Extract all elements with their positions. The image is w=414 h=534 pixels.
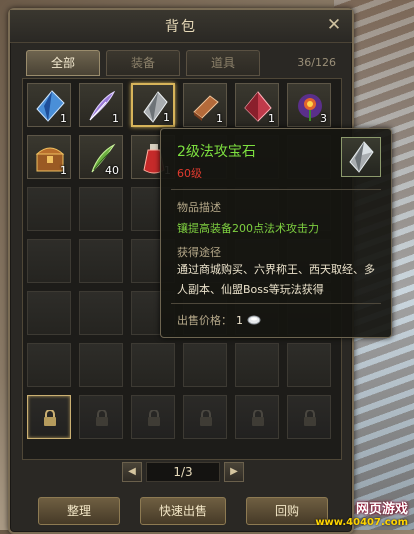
silver-coin-icon (247, 315, 261, 325)
empty-slot[interactable] (27, 291, 71, 335)
inventory-slot[interactable]: 40 (79, 135, 123, 179)
locked-slot[interactable] (27, 395, 71, 439)
item-level: 60级 (177, 167, 202, 180)
watermark-logo: 网页游戏 www.40407.com (306, 496, 414, 530)
close-icon[interactable]: ✕ (324, 15, 344, 35)
divider (171, 189, 381, 190)
empty-slot[interactable] (287, 343, 331, 387)
tab-equipment[interactable]: 装备 (106, 50, 180, 76)
locked-slot[interactable] (235, 395, 279, 439)
empty-slot[interactable] (27, 239, 71, 283)
desc-heading: 物品描述 (177, 201, 221, 214)
empty-slot[interactable] (235, 343, 279, 387)
title-bar[interactable]: 背包 ✕ (10, 10, 352, 43)
locked-slot[interactable] (183, 395, 227, 439)
price-value: 1 (236, 313, 243, 327)
locked-slot[interactable] (79, 395, 123, 439)
tab-bar: 全部 装备 道具 (26, 50, 260, 76)
item-count: 1 (60, 112, 67, 125)
price-label: 出售价格： (177, 314, 232, 327)
page-number: 1/3 (146, 462, 220, 482)
item-source: 通过商城购买、六界称王、西天取经、多人副本、仙盟Boss等玩法获得 (177, 263, 375, 296)
watermark-line1: 网页游戏 (355, 502, 408, 517)
quick-sell-button[interactable]: 快速出售 (140, 497, 226, 525)
item-count: 1 (216, 112, 223, 125)
window-title: 背包 (165, 19, 197, 35)
inventory-slot[interactable]: 3 (287, 83, 331, 127)
tab-props[interactable]: 道具 (186, 50, 260, 76)
tooltip-gem-icon (341, 137, 381, 177)
sell-price: 出售价格： 1 (177, 312, 261, 328)
inventory-slot[interactable]: 1 (27, 83, 71, 127)
lock-icon (199, 409, 213, 426)
lock-icon (95, 409, 109, 426)
item-count: 3 (320, 112, 327, 125)
item-count: 40 (105, 164, 119, 177)
lock-icon (251, 409, 265, 426)
locked-slot[interactable] (287, 395, 331, 439)
inventory-slot[interactable]: 1 (27, 135, 71, 179)
inventory-slot[interactable]: 1 (79, 83, 123, 127)
empty-slot[interactable] (27, 343, 71, 387)
item-count: 1 (163, 111, 170, 124)
inventory-slot[interactable]: 1 (183, 83, 227, 127)
empty-slot[interactable] (131, 343, 175, 387)
item-count: 1 (60, 164, 67, 177)
empty-slot[interactable] (79, 343, 123, 387)
locked-slot[interactable] (131, 395, 175, 439)
inventory-slot[interactable]: 1 (131, 83, 175, 127)
empty-slot[interactable] (79, 187, 123, 231)
divider (171, 303, 381, 304)
empty-slot[interactable] (79, 291, 123, 335)
capacity-counter: 36/126 (297, 56, 336, 69)
source-heading: 获得途径 (177, 246, 221, 259)
empty-slot[interactable] (79, 239, 123, 283)
item-count: 1 (268, 112, 275, 125)
item-tooltip: 2级法攻宝石 60级 物品描述 镶提高装备200点法术攻击力 获得途径 通过商城… (160, 128, 392, 338)
empty-slot[interactable] (27, 187, 71, 231)
sort-button[interactable]: 整理 (38, 497, 120, 525)
lock-icon (147, 409, 161, 426)
empty-slot[interactable] (183, 343, 227, 387)
lock-icon (43, 409, 57, 426)
inventory-slot[interactable]: 1 (235, 83, 279, 127)
item-count: 1 (112, 112, 119, 125)
next-page-button[interactable]: ▶ (224, 462, 244, 482)
item-description: 镶提高装备200点法术攻击力 (177, 222, 319, 235)
prev-page-button[interactable]: ◀ (122, 462, 142, 482)
watermark-line2: www.40407.com (315, 517, 408, 528)
tab-all[interactable]: 全部 (26, 50, 100, 76)
item-name: 2级法攻宝石 (177, 144, 256, 160)
lock-icon (303, 409, 317, 426)
pager: ◀ 1/3 ▶ (122, 462, 244, 482)
